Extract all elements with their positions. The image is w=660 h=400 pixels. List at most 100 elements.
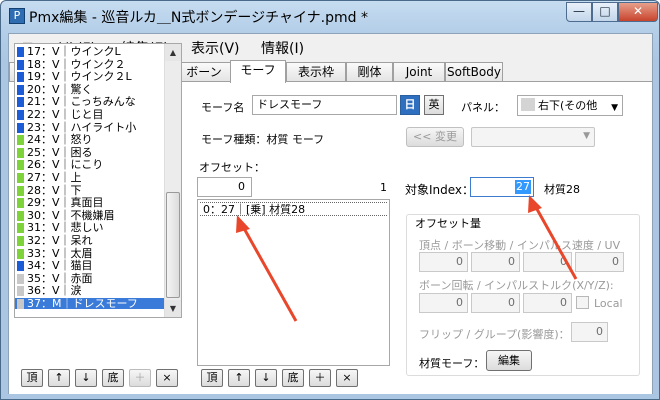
list-top-button[interactable]: 頂 (21, 369, 43, 387)
offset-delete-button[interactable]: × (336, 369, 358, 387)
morph-list-item-label: 35：V｜赤面 (27, 271, 93, 285)
morph-list-item[interactable]: 34：V｜猫目 (15, 260, 164, 272)
morph-list[interactable]: 17：V｜ウインクL 18：V｜ウインク２ 19：V｜ウインク２L 20：V｜驚く 21… (14, 43, 182, 318)
morph-list-item[interactable]: 30：V｜不機嫌眉 (15, 210, 164, 221)
rotation-y-field[interactable]: 0 (471, 293, 520, 313)
morph-list-item-label: 29：V｜真面目 (27, 196, 104, 210)
dropdown-arrow-icon: ▼ (611, 103, 618, 113)
morph-list-item[interactable]: 35：V｜赤面 (15, 273, 164, 284)
offset-z-field[interactable]: 0 (523, 252, 572, 272)
convert-target-select[interactable]: ▼ (471, 127, 595, 147)
offset-w-field[interactable]: 0 (575, 252, 624, 272)
morph-list-item[interactable]: 21：V｜こっちみんな (15, 96, 164, 108)
panel-select[interactable]: 右下(その他 ▼ (517, 95, 623, 116)
material-morph-label: 材質モーフ： (419, 357, 485, 370)
morph-list-item-label: 22：V｜じと目 (27, 108, 104, 121)
morph-name-label: モーフ名 (201, 101, 245, 114)
morph-list-item[interactable]: 29：V｜真面目 (15, 196, 164, 210)
menu-view[interactable]: 表示(V) (191, 38, 240, 58)
maximize-button[interactable]: □ (592, 2, 618, 22)
offset-down-button[interactable]: ↓ (255, 369, 277, 387)
morph-list-item[interactable]: 23：V｜ハイライト小 (15, 122, 164, 133)
list-up-button[interactable]: ↑ (48, 369, 70, 387)
panel-select-value: 右下(その他 (538, 99, 598, 112)
morph-list-item[interactable]: 33：V｜太眉 (15, 248, 164, 259)
minimize-button[interactable]: — (566, 2, 592, 22)
morph-panel-color-swatch (17, 84, 24, 95)
title-bar[interactable]: P Pmx編集 - 巡音ルカ＿N式ボンデージチャイナ.pmd * — □ ✕ (1, 1, 659, 31)
scroll-thumb[interactable] (166, 192, 180, 298)
morph-list-item[interactable]: 19：V｜ウインク２L (15, 71, 164, 83)
panel-color-swatch (521, 98, 535, 111)
morph-list-item[interactable]: 22：V｜じと目 (15, 109, 164, 120)
morph-panel-color-swatch (17, 248, 24, 259)
rotation-x-field[interactable]: 0 (419, 293, 468, 313)
morph-list-item[interactable]: 37：M｜ドレスモーフ (15, 298, 164, 309)
material-edit-button[interactable]: 編集 (486, 350, 532, 371)
morph-list-item-label: 25：V｜困る (27, 145, 93, 159)
scroll-up-icon[interactable]: ▲ (165, 44, 181, 61)
convert-button[interactable]: << 変更 (406, 127, 464, 147)
dropdown-arrow-icon: ▼ (583, 131, 590, 141)
list-bottom-button[interactable]: 底 (102, 369, 124, 387)
tab-softbody[interactable]: SoftBody (445, 62, 503, 82)
offset-up-button[interactable]: ↑ (228, 369, 250, 387)
morph-panel-color-swatch (17, 273, 24, 284)
tab-joint[interactable]: Joint (393, 62, 445, 82)
offset-index-field[interactable]: 0 (197, 177, 252, 197)
morph-name-input[interactable]: ドレスモーフ (252, 95, 397, 115)
offset-x-field[interactable]: 0 (419, 252, 468, 272)
morph-list-item-label: 37：M｜ドレスモーフ (27, 297, 138, 310)
morph-list-item[interactable]: 17：V｜ウインクL (15, 46, 164, 57)
local-checkbox[interactable] (576, 296, 589, 309)
lang-jp-toggle[interactable]: 日 (400, 95, 420, 115)
morph-type-label: モーフ種類：材質 モーフ (201, 133, 325, 146)
morph-list-item-label: 32：V｜呆れ (27, 234, 93, 247)
morph-panel-color-swatch (17, 185, 24, 196)
morph-panel-color-swatch (17, 97, 24, 108)
lang-en-toggle[interactable]: 英 (424, 95, 444, 115)
morph-list-item[interactable]: 32：V｜呆れ (15, 235, 164, 246)
morph-list-item[interactable]: 20：V｜驚く (15, 84, 164, 95)
offset-list[interactable]: 0：27｜[乗] 材質28 (197, 199, 390, 366)
offset-top-button[interactable]: 頂 (201, 369, 223, 387)
offset-add-button[interactable]: ＋ (309, 369, 331, 387)
flip-field[interactable]: 0 (571, 322, 608, 342)
morph-list-item-label: 36：V｜涙 (27, 284, 82, 298)
row1-label: 頂点 / ボーン移動 / インパルス速度 / UV (419, 239, 621, 252)
morph-list-item-label: 27：V｜上 (27, 171, 82, 184)
morph-list-item[interactable]: 28：V｜下 (15, 185, 164, 196)
scroll-down-icon[interactable]: ▼ (165, 300, 181, 317)
tab-rigidbody[interactable]: 剛体 (346, 62, 393, 82)
morph-list-item[interactable]: 31：V｜悲しい (15, 222, 164, 234)
morph-list-item-label: 33：V｜太眉 (27, 246, 93, 260)
tab-display-frame[interactable]: 表示枠 (286, 62, 346, 82)
offset-bottom-button[interactable]: 底 (282, 369, 304, 387)
morph-list-item[interactable]: 24：V｜怒り (15, 134, 164, 146)
offset-list-item[interactable]: 0：27｜[乗] 材質28 (200, 202, 387, 216)
morph-list-item[interactable]: 36：V｜涙 (15, 284, 164, 298)
list-scrollbar[interactable]: ▲ ▼ (164, 44, 181, 317)
offset-label: オフセット： (199, 161, 265, 174)
morph-panel-color-swatch (17, 286, 24, 297)
tab-morph[interactable]: モーフ (230, 60, 286, 83)
morph-panel-color-swatch (17, 72, 24, 83)
morph-list-item[interactable]: 18：V｜ウインク２ (15, 59, 164, 70)
morph-panel-color-swatch (17, 223, 24, 234)
morph-list-item[interactable]: 27：V｜上 (15, 172, 164, 183)
rotation-z-field[interactable]: 0 (523, 293, 572, 313)
morph-panel-color-swatch (17, 147, 24, 158)
list-down-button[interactable]: ↓ (75, 369, 97, 387)
list-add-button[interactable]: ＋ (129, 369, 151, 387)
target-index-input[interactable]: 27 (470, 177, 534, 197)
menu-info[interactable]: 情報(I) (261, 38, 304, 58)
morph-panel-color-swatch (17, 261, 24, 272)
close-button[interactable]: ✕ (618, 2, 658, 22)
list-delete-button[interactable]: × (156, 369, 178, 387)
morph-list-item[interactable]: 26：V｜にこり (15, 159, 164, 171)
morph-list-item[interactable]: 25：V｜困る (15, 147, 164, 158)
morph-panel-color-swatch (17, 47, 24, 57)
morph-list-item-label: 30：V｜不機嫌眉 (27, 208, 115, 222)
offset-y-field[interactable]: 0 (471, 252, 520, 272)
tab-bone[interactable]: ボーン (176, 62, 232, 82)
